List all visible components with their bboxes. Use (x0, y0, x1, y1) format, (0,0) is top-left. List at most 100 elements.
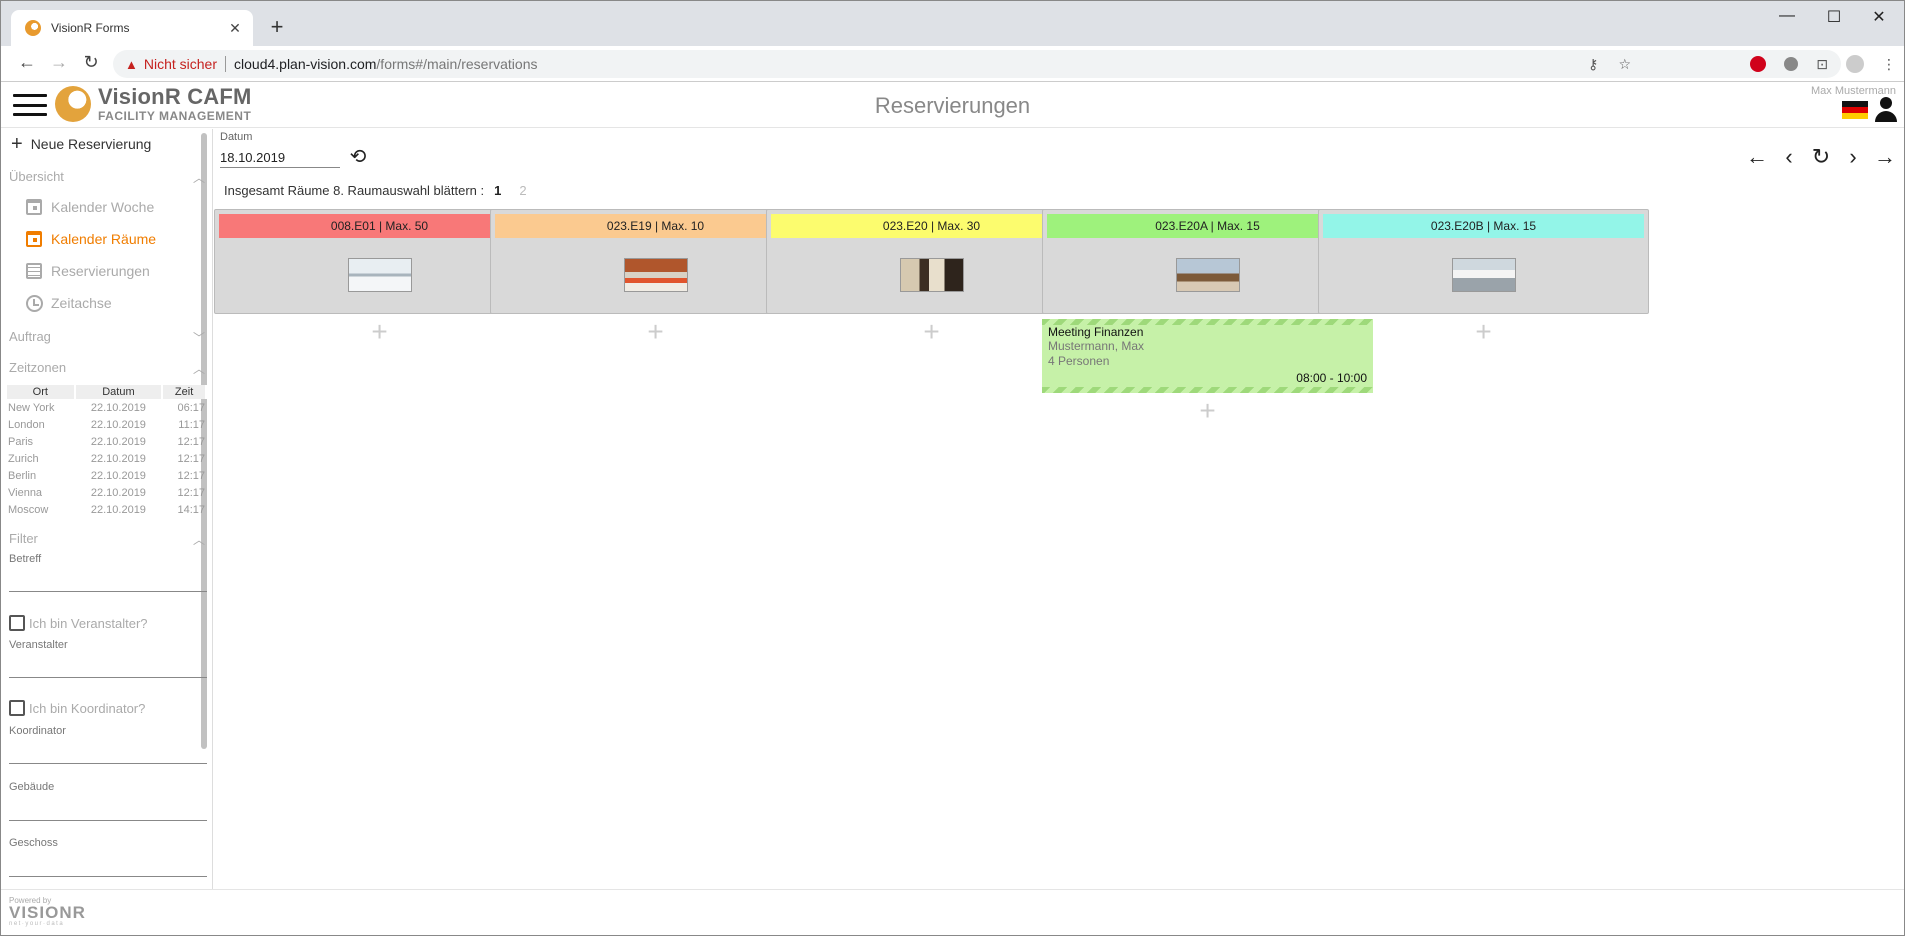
omnibox-icons: ⚷ ☆ (1588, 50, 1631, 78)
key-icon[interactable]: ⚷ (1588, 56, 1598, 73)
main-content: Datum ⟲ ← ‹ ↻ › → Insgesamt Räume 8. Rau… (214, 129, 1904, 889)
organizer-field[interactable] (9, 677, 207, 678)
room-photo-5 (1451, 258, 1516, 292)
chevron-left-icon[interactable]: ‹ (1778, 145, 1800, 169)
extension-icon[interactable] (1784, 57, 1799, 71)
subject-field[interactable] (9, 591, 207, 592)
chevron-right-icon[interactable]: › (1842, 145, 1864, 169)
maximize-button[interactable]: ☐ (1812, 7, 1856, 27)
user-name: Max Mustermann (1811, 85, 1896, 97)
section-auftrag-label: Auftrag (9, 329, 51, 344)
timezone-date: 22.10.2019 (90, 418, 146, 431)
room-column: 023.E20B | Max. 15 + (1318, 209, 1649, 350)
event-attendees: 4 Personen (1048, 354, 1110, 368)
rooms-info-text: Insgesamt Räume 8. Raumauswahl blättern … (224, 183, 485, 198)
floor-label: Geschoss (9, 837, 58, 849)
organizer-label: Veranstalter (9, 639, 68, 651)
timezone-city: Vienna (8, 486, 43, 499)
plus-icon: + (11, 133, 23, 155)
building-label: Gebäude (9, 781, 55, 793)
timezone-table: Ort Datum Zeit New York 22.10.2019 06:17 Lo… (7, 385, 207, 518)
chevron-down-icon: ﹀ (192, 331, 205, 345)
organizer-checkbox[interactable] (9, 615, 25, 631)
refresh-icon[interactable]: ↻ (1810, 145, 1832, 169)
chevron-up-icon: ︿ (192, 362, 205, 376)
page-link-1[interactable]: 1 (494, 183, 501, 198)
timezone-date: 22.10.2019 (90, 503, 146, 516)
section-filter-label: Filter (9, 531, 38, 546)
table-row: Berlin 22.10.2019 12:17 (7, 467, 206, 484)
table-row: Zurich 22.10.2019 12:17 (7, 450, 206, 467)
security-label[interactable]: Nicht sicher (144, 56, 217, 72)
table-row: Vienna 22.10.2019 12:17 (7, 484, 206, 501)
coordinator-checkbox-row[interactable]: Ich bin Koordinator? (9, 700, 145, 716)
sidebar-item-label: Kalender Woche (51, 199, 155, 215)
timezone-city: Paris (8, 435, 34, 448)
reload-button[interactable]: ↻ (79, 52, 103, 73)
coordinator-checkbox[interactable] (9, 700, 25, 716)
arrow-left-icon[interactable]: ← (1746, 145, 1768, 169)
room-header[interactable]: 023.E20B | Max. 15 (1323, 214, 1644, 238)
floor-field[interactable] (9, 876, 207, 877)
user-account-icon[interactable] (1874, 97, 1898, 123)
close-window-button[interactable]: ✕ (1857, 7, 1901, 27)
page-link-2[interactable]: 2 (519, 183, 526, 198)
timezone-date: 22.10.2019 (90, 469, 146, 482)
adblock-extension-icon[interactable] (1750, 56, 1767, 72)
sidebar-item-reservierungen[interactable]: Reservierungen (25, 262, 150, 280)
timezone-date: 22.10.2019 (90, 435, 146, 448)
date-input[interactable] (220, 148, 340, 168)
browser-tab[interactable]: VisionR Forms ✕ (11, 10, 253, 46)
powered-by-logo: Powered by VISIONR net·your·data (9, 896, 86, 927)
building-field[interactable] (9, 820, 207, 821)
add-reservation-button[interactable]: + (1318, 314, 1649, 350)
tab-close-icon[interactable]: ✕ (227, 20, 243, 37)
favicon-icon (25, 20, 41, 36)
bookmark-star-icon[interactable]: ☆ (1618, 56, 1631, 73)
coordinator-field[interactable] (9, 763, 207, 764)
calendar-navigation: ← ‹ ↻ › → (1746, 145, 1896, 169)
timezone-time: 11:17 (178, 418, 205, 431)
sidebar-item-kalender-raeume[interactable]: Kalender Räume (25, 230, 156, 248)
history-icon[interactable]: ⟲ (347, 146, 369, 168)
timezone-city: New York (8, 401, 55, 414)
add-reservation-button[interactable]: + (1042, 393, 1373, 429)
room-card[interactable]: 023.E20B | Max. 15 (1318, 209, 1649, 314)
url-host: cloud4.plan-vision.com (234, 56, 377, 72)
timezone-time: 14:17 (177, 503, 205, 516)
organizer-checkbox-row[interactable]: Ich bin Veranstalter? (9, 615, 148, 631)
table-row: Paris 22.10.2019 12:17 (7, 433, 206, 450)
new-tab-button[interactable]: + (265, 14, 289, 40)
table-row: New York 22.10.2019 06:17 (7, 399, 206, 416)
arrow-right-icon[interactable]: → (1874, 145, 1896, 169)
page-title: Reservierungen (874, 93, 1031, 118)
profile-avatar[interactable] (1846, 55, 1864, 73)
new-reservation-button[interactable]: + Neue Reservierung (11, 133, 151, 155)
section-filter[interactable]: Filter ︿ (9, 531, 205, 547)
timezone-time: 12:17 (177, 469, 205, 482)
sidebar-item-zeitachse[interactable]: Zeitachse (25, 294, 112, 312)
address-bar[interactable]: ▲ Nicht sicher cloud4.plan-vision.com /f… (113, 50, 1841, 78)
tab-title: VisionR Forms (51, 21, 130, 35)
section-zeitzonen[interactable]: Zeitzonen ︿ (9, 360, 205, 376)
url-path: /forms#/main/reservations (376, 56, 538, 72)
table-row: Moscow 22.10.2019 14:17 (7, 501, 206, 518)
section-overview[interactable]: Übersicht ︿ (9, 169, 205, 185)
cast-icon[interactable]: ⊡ (1816, 56, 1828, 73)
german-flag-icon[interactable] (1842, 101, 1868, 119)
section-auftrag[interactable]: Auftrag ﹀ (9, 329, 205, 345)
address-bar-row: ← → ↻ ▲ Nicht sicher cloud4.plan-vision.… (1, 46, 1904, 82)
timezone-city: Berlin (8, 469, 37, 482)
clock-icon (25, 294, 43, 312)
minimize-button[interactable]: — (1765, 7, 1809, 25)
sidebar-item-label: Kalender Räume (51, 231, 157, 247)
room-photo-3 (899, 258, 964, 292)
timezone-city: Zurich (8, 452, 39, 465)
chevron-up-icon: ︿ (192, 171, 205, 185)
sidebar-item-kalender-woche[interactable]: Kalender Woche (25, 198, 154, 216)
room-photo-1 (347, 258, 412, 292)
forward-button[interactable]: → (47, 52, 71, 73)
browser-menu-icon[interactable]: ⋮ (1882, 56, 1896, 73)
app-header: VisionR CAFM FACILITY MANAGEMENT Reservi… (1, 83, 1904, 128)
back-button[interactable]: ← (15, 52, 39, 73)
